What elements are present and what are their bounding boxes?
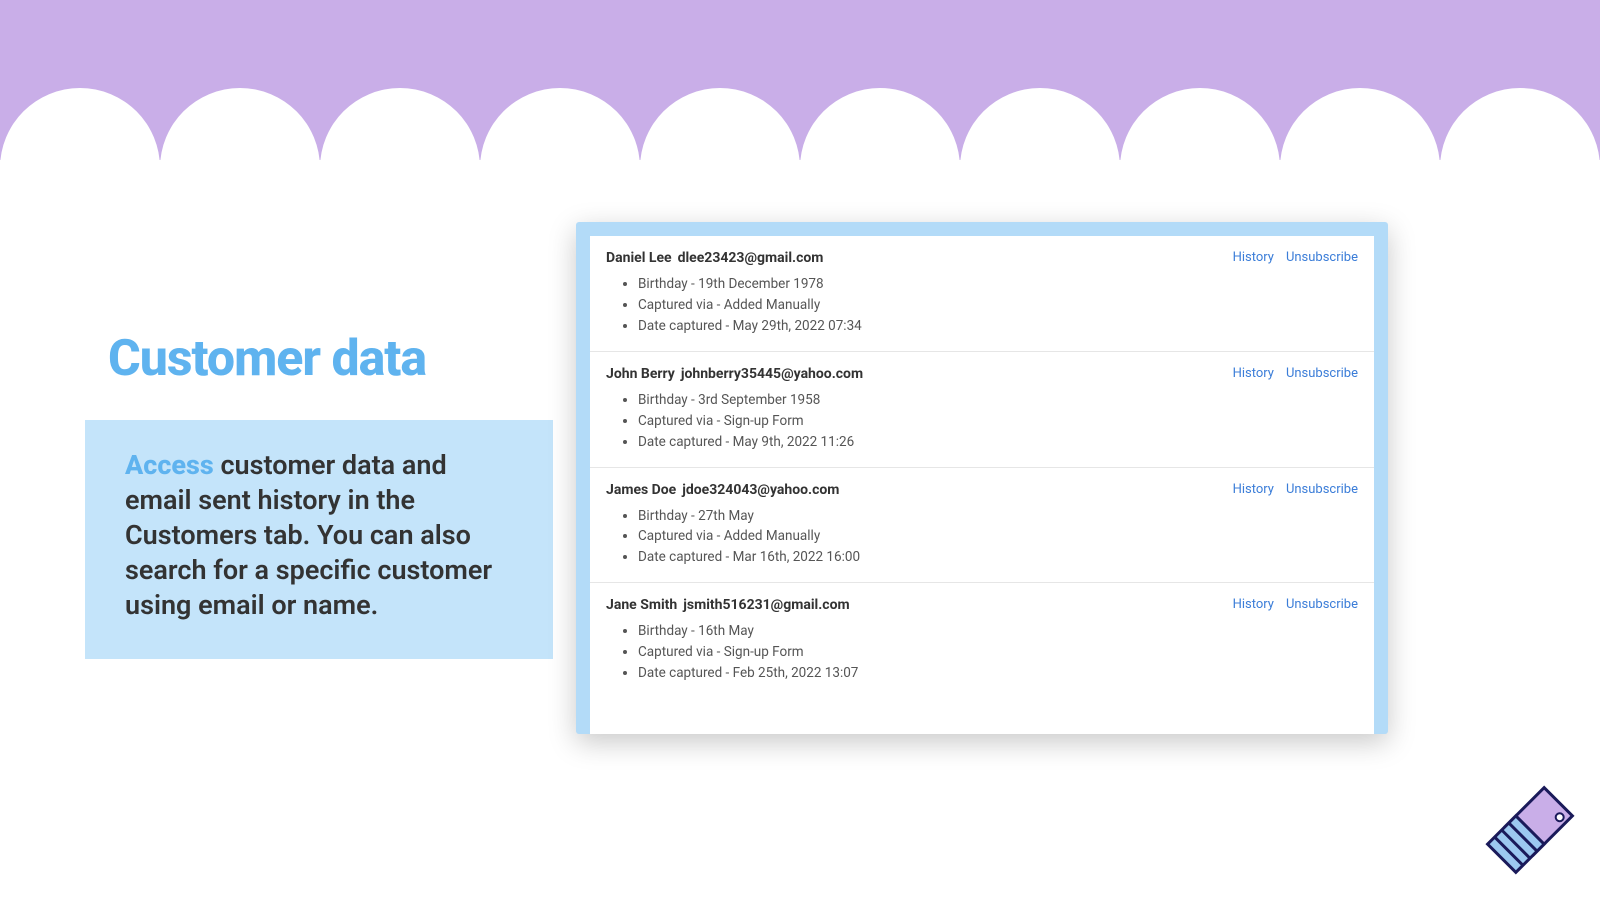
customer-email: jdoe324043@yahoo.com <box>682 482 839 498</box>
customer-date-captured: Date captured - Feb 25th, 2022 13:07 <box>638 663 1358 684</box>
description-box: Access customer data and email sent hist… <box>85 420 553 659</box>
customer-captured-via: Captured via - Added Manually <box>638 295 1358 316</box>
customer-name: Daniel Lee <box>606 250 672 266</box>
unsubscribe-link[interactable]: Unsubscribe <box>1286 597 1358 612</box>
customer-birthday: Birthday - 16th May <box>638 621 1358 642</box>
customer-date-captured: Date captured - May 9th, 2022 11:26 <box>638 432 1358 453</box>
customer-email: jsmith516231@gmail.com <box>683 597 849 613</box>
customer-birthday: Birthday - 19th December 1978 <box>638 274 1358 295</box>
customers-panel: Daniel Lee dlee23423@gmail.com History U… <box>576 222 1388 734</box>
description-lead: Access <box>125 449 214 481</box>
customer-row: Daniel Lee dlee23423@gmail.com History U… <box>590 236 1374 352</box>
customer-birthday: Birthday - 27th May <box>638 506 1358 527</box>
unsubscribe-link[interactable]: Unsubscribe <box>1286 250 1358 265</box>
unsubscribe-link[interactable]: Unsubscribe <box>1286 366 1358 381</box>
customer-date-captured: Date captured - Mar 16th, 2022 16:00 <box>638 547 1358 568</box>
customer-name: John Berry <box>606 366 675 382</box>
customer-email: johnberry35445@yahoo.com <box>681 366 863 382</box>
customer-name: Jane Smith <box>606 597 677 613</box>
customer-row: Jane Smith jsmith516231@gmail.com Histor… <box>590 583 1374 698</box>
scallop-edge <box>0 88 1600 168</box>
description-text: Access customer data and email sent hist… <box>125 448 513 623</box>
tag-icon <box>1480 780 1580 880</box>
history-link[interactable]: History <box>1233 250 1274 265</box>
customer-name: James Doe <box>606 482 676 498</box>
customer-row: James Doe jdoe324043@yahoo.com History U… <box>590 468 1374 584</box>
customer-captured-via: Captured via - Sign-up Form <box>638 642 1358 663</box>
customer-row: John Berry johnberry35445@yahoo.com Hist… <box>590 352 1374 468</box>
customer-date-captured: Date captured - May 29th, 2022 07:34 <box>638 316 1358 337</box>
customers-list: Daniel Lee dlee23423@gmail.com History U… <box>590 236 1374 734</box>
customer-email: dlee23423@gmail.com <box>678 250 824 266</box>
unsubscribe-link[interactable]: Unsubscribe <box>1286 482 1358 497</box>
history-link[interactable]: History <box>1233 597 1274 612</box>
history-link[interactable]: History <box>1233 482 1274 497</box>
page-title: Customer data <box>108 330 426 388</box>
customer-captured-via: Captured via - Added Manually <box>638 526 1358 547</box>
customer-captured-via: Captured via - Sign-up Form <box>638 411 1358 432</box>
history-link[interactable]: History <box>1233 366 1274 381</box>
customer-birthday: Birthday - 3rd September 1958 <box>638 390 1358 411</box>
